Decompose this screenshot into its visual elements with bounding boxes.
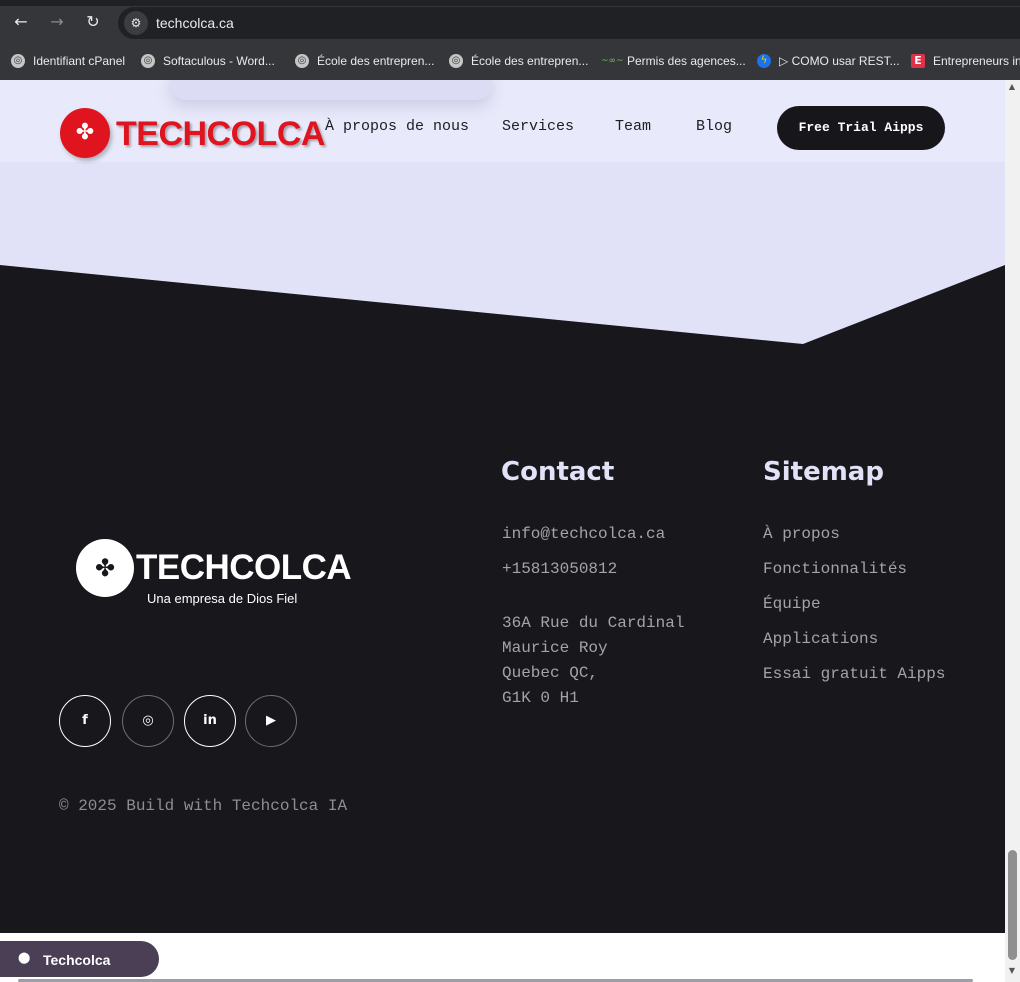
bookmark-item[interactable]: ◎ École des entrepren... [449, 51, 588, 71]
maple-leaf-icon: ✤ [75, 120, 95, 145]
vertical-scrollbar[interactable] [1005, 80, 1020, 982]
url-text[interactable]: techcolca.ca [156, 15, 234, 31]
bookmark-item[interactable]: ◎ École des entrepren... [295, 51, 434, 71]
footer-tagline: Una empresa de Dios Fiel [147, 591, 298, 606]
bolt-icon: ϟ [757, 54, 771, 68]
globe-icon: ◎ [449, 54, 463, 68]
bookmark-item[interactable]: ◎ Softaculous - Word... [141, 51, 275, 71]
youtube-icon[interactable]: ▶ [245, 695, 297, 747]
bookmark-item[interactable]: ~∞~ Permis des agences... [601, 51, 746, 71]
back-icon[interactable]: ← [9, 10, 33, 34]
logo-text: TECHCOLCA [116, 115, 325, 153]
bookmark-label: École des entrepren... [471, 54, 589, 68]
web-page: ✤ TECHCOLCA À propos de nous Services Te… [0, 80, 1005, 933]
facebook-icon[interactable]: f [59, 695, 111, 747]
sitemap-link-free-trial[interactable]: Essai gratuit Aipps [763, 665, 945, 683]
contact-phone-link[interactable]: +15813050812 [502, 560, 617, 578]
free-trial-button[interactable]: Free Trial Aipps [777, 106, 945, 150]
footer-logo[interactable]: ✤ TECHCOLCA Una empresa de Dios Fiel [76, 539, 352, 611]
scrollbar-thumb[interactable] [1008, 850, 1017, 960]
bookmark-item[interactable]: E Entrepreneurs in [911, 51, 1020, 71]
globe-icon: ◎ [295, 54, 309, 68]
bookmark-label: Softaculous - Word... [163, 54, 275, 68]
scroll-down-icon[interactable]: ▼ [1007, 966, 1017, 976]
sitemap-link-team[interactable]: Équipe [763, 595, 821, 613]
site-header: ✤ TECHCOLCA À propos de nous Services Te… [0, 80, 1005, 162]
sitemap-link-features[interactable]: Fonctionnalités [763, 560, 907, 578]
globe-icon: ◎ [141, 54, 155, 68]
scroll-up-icon[interactable]: ▲ [1007, 82, 1017, 92]
widget-label: Techcolca [43, 952, 111, 968]
bookmark-label: Entrepreneurs in [933, 54, 1020, 68]
browser-tab-strip [0, 0, 1020, 6]
e-icon: E [911, 54, 925, 68]
nav-link-team[interactable]: Team [615, 118, 651, 135]
globe-icon: ◎ [11, 54, 25, 68]
instagram-icon[interactable]: ◎ [122, 695, 174, 747]
sitemap-link-applications[interactable]: Applications [763, 630, 878, 648]
bookmark-item[interactable]: ϟ ▷ COMO usar REST... [757, 51, 900, 71]
pin-icon: ⬤ [18, 951, 31, 964]
site-info-icon[interactable]: ⚙ [124, 11, 148, 35]
header-search-shadow [170, 80, 492, 100]
maple-leaf-icon: ✤ [94, 554, 116, 582]
footer-logo-text: TECHCOLCA [136, 548, 352, 587]
contact-address-line: Maurice Roy [502, 639, 608, 657]
contact-address-line: Quebec QC, [502, 664, 599, 682]
nav-link-services[interactable]: Services [502, 118, 574, 135]
techcolca-widget-button[interactable]: ⬤ Techcolca [0, 941, 159, 977]
forward-icon[interactable]: → [45, 10, 69, 34]
bookmark-label: Permis des agences... [627, 54, 746, 68]
bookmark-item[interactable]: ◎ Identifiant cPanel [11, 51, 125, 71]
permis-icon: ~∞~ [601, 56, 624, 66]
maple-leaf-logo-icon: ✤ [76, 539, 134, 597]
sitemap-link-about[interactable]: À propos [763, 525, 840, 543]
copyright-text: © 2025 Build with Techcolca IA [59, 797, 348, 815]
reload-icon[interactable]: ↻ [81, 10, 105, 34]
bookmark-label: Identifiant cPanel [33, 54, 126, 68]
bookmark-label: École des entrepren... [317, 54, 435, 68]
nav-link-about[interactable]: À propos de nous [325, 118, 469, 135]
header-logo[interactable]: ✤ TECHCOLCA [58, 106, 325, 162]
contact-heading: Contact [501, 457, 615, 487]
maple-leaf-logo-icon: ✤ [60, 108, 110, 158]
nav-link-blog[interactable]: Blog [696, 118, 732, 135]
contact-address-line: G1K 0 H1 [502, 689, 579, 707]
contact-address-line: 36A Rue du Cardinal [502, 614, 685, 632]
bookmark-label: ▷ COMO usar REST... [779, 54, 900, 68]
linkedin-icon[interactable]: in [184, 695, 236, 747]
bookmarks-bar: ◎ Identifiant cPanel ◎ Softaculous - Word.… [0, 48, 1020, 72]
sitemap-heading: Sitemap [763, 457, 884, 487]
contact-email-link[interactable]: info@techcolca.ca [502, 525, 665, 543]
address-bar[interactable]: ⚙ techcolca.ca [118, 7, 1020, 39]
